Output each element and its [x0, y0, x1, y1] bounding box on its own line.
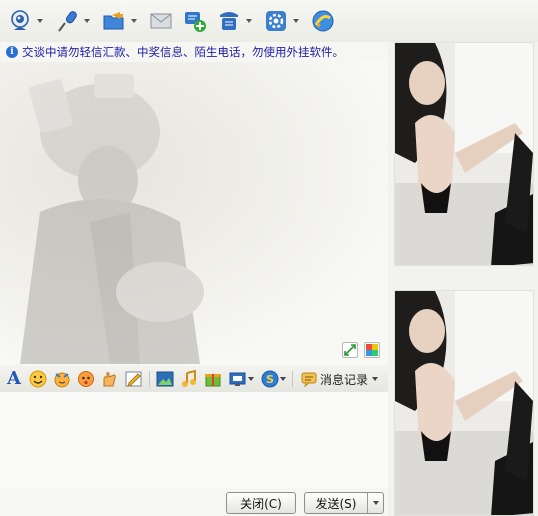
payment-button[interactable]: S — [259, 369, 287, 389]
input-toolbar: A S 消息记录 — [0, 366, 388, 392]
my-photo-image — [395, 291, 533, 515]
security-warning-text: 交谈中请勿轻信汇款、中奖信息、陌生电话，勿使用外挂软件。 — [22, 45, 344, 59]
expand-button[interactable] — [342, 342, 358, 358]
webcam-icon — [6, 7, 34, 35]
screen-shake-button[interactable] — [76, 369, 96, 389]
bottom-button-bar: 关闭(C) 发送(S) — [0, 488, 388, 516]
font-button[interactable]: A — [4, 369, 24, 389]
contact-photo-panel — [388, 42, 538, 516]
close-button[interactable]: 关闭(C) — [226, 492, 296, 514]
magic-face-icon — [54, 372, 70, 388]
magic-emoji-button[interactable] — [52, 369, 72, 389]
color-palette-icon — [366, 344, 378, 356]
main-toolbar — [0, 0, 538, 42]
contact-card-button[interactable] — [215, 5, 256, 37]
browser-button[interactable] — [309, 5, 337, 37]
mail-icon — [147, 7, 175, 35]
chevron-down-icon — [372, 377, 379, 381]
toolbar-divider — [292, 371, 293, 387]
message-input[interactable] — [0, 392, 388, 488]
chevron-down-icon — [373, 501, 379, 505]
contact-card-icon — [215, 7, 243, 35]
message-history-area[interactable] — [0, 62, 388, 364]
send-image-button[interactable] — [155, 369, 175, 389]
close-button-label: 关闭(C) — [240, 496, 282, 511]
pencil-board-icon — [125, 371, 142, 387]
contact-photo-image — [395, 43, 533, 265]
screenshot-button[interactable] — [227, 369, 255, 389]
smiley-icon — [29, 370, 47, 388]
security-warning: i 交谈中请勿轻信汇款、中奖信息、陌生电话，勿使用外挂软件。 — [6, 44, 386, 60]
message-record-label: 消息记录 — [320, 372, 369, 387]
expand-icon — [344, 344, 356, 356]
create-group-icon — [181, 7, 209, 35]
tenpay-icon: S — [261, 370, 278, 388]
music-note-icon — [182, 370, 196, 387]
chevron-down-icon[interactable] — [246, 19, 252, 23]
folder-transfer-icon — [100, 7, 128, 35]
toolbar-divider — [149, 371, 150, 387]
chevron-down-icon — [247, 377, 254, 381]
apps-gear-icon — [262, 7, 290, 35]
chevron-down-icon[interactable] — [84, 19, 90, 23]
chevron-down-icon[interactable] — [131, 19, 137, 23]
music-button[interactable] — [179, 369, 199, 389]
emoji-button[interactable] — [28, 369, 48, 389]
microphone-icon — [53, 7, 81, 35]
gift-button[interactable] — [203, 369, 223, 389]
voice-call-button[interactable] — [53, 5, 94, 37]
send-file-button[interactable] — [100, 5, 141, 37]
browser-icon — [309, 7, 337, 35]
send-options-dropdown[interactable] — [367, 493, 383, 513]
gift-hand-button[interactable] — [100, 369, 120, 389]
chat-history-icon — [301, 372, 317, 387]
create-group-button[interactable] — [181, 5, 209, 37]
chevron-down-icon[interactable] — [293, 19, 299, 23]
shake-face-icon — [78, 371, 94, 387]
svg-text:S: S — [266, 373, 274, 386]
video-call-button[interactable] — [6, 5, 47, 37]
font-icon: A — [7, 368, 21, 389]
doodle-button[interactable] — [124, 369, 144, 389]
contact-photo[interactable] — [394, 42, 534, 266]
color-theme-button[interactable] — [364, 342, 380, 358]
apps-button[interactable] — [262, 5, 303, 37]
background-figure-image — [20, 74, 204, 364]
mail-button[interactable] — [147, 5, 175, 37]
chevron-down-icon[interactable] — [37, 19, 43, 23]
send-button[interactable]: 发送(S) — [304, 492, 384, 514]
hand-icon — [103, 372, 116, 387]
message-record-button[interactable]: 消息记录 — [298, 369, 381, 389]
gift-icon — [205, 374, 221, 387]
my-photo[interactable] — [394, 290, 534, 516]
info-icon: i — [6, 46, 18, 58]
screenshot-icon — [229, 372, 245, 386]
image-icon — [156, 371, 174, 387]
send-button-label: 发送(S) — [315, 496, 357, 511]
chevron-down-icon — [279, 377, 286, 381]
